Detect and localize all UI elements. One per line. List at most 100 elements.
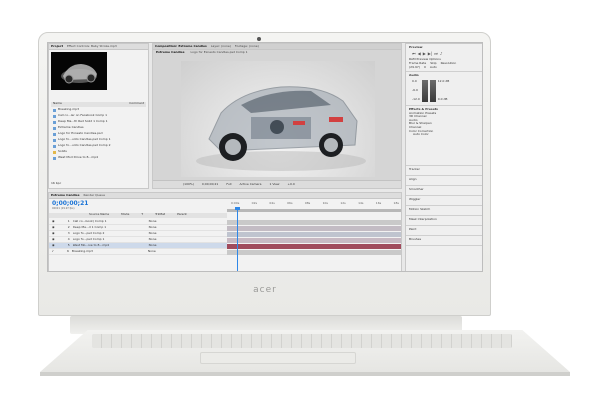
composition-icon [53, 144, 56, 148]
layer-name: Breaking.mp3 [71, 249, 93, 253]
ruler-tick: 02s [251, 201, 258, 205]
audio-level-left [421, 79, 428, 102]
ruler-tick: 18s [393, 201, 399, 205]
video-icon [53, 156, 56, 160]
layer-duration-bar[interactable] [227, 226, 401, 231]
resolution-select[interactable]: Full [226, 182, 231, 187]
tracker-section[interactable]: Tracker [406, 166, 482, 176]
exposure-value[interactable]: +0.0 [287, 182, 294, 187]
current-time[interactable]: 0;00;00;21 [202, 182, 218, 187]
smoother-section[interactable]: Smoother [406, 186, 482, 196]
resolution-value[interactable]: Auto [430, 65, 437, 70]
layer-name: West Mo...ive to 8...mp4 [72, 243, 110, 247]
layer-duration-bar-selected[interactable] [227, 244, 401, 249]
first-frame-icon[interactable]: ⏮ [412, 51, 416, 57]
speaker-icon[interactable]: ♪ [52, 249, 54, 254]
comp-subtab-logo[interactable]: Logo for Exnesto Candles.psd Comp 1 [191, 50, 248, 55]
column-comment[interactable]: Comment [129, 101, 144, 107]
camera-select[interactable]: Active Camera [239, 182, 261, 187]
layer-name: Call co...book) Comp 1 [72, 219, 107, 223]
touchpad [200, 352, 356, 364]
play-icon[interactable]: ▶ [423, 51, 426, 57]
ruler-tick: 08s [304, 201, 311, 205]
webcam [257, 37, 261, 41]
layer-number: 6 [67, 248, 69, 253]
playhead-line [237, 209, 238, 271]
paint-section[interactable]: Paint [406, 226, 482, 236]
column-parent[interactable]: Parent [177, 212, 187, 218]
layer-number: 5 [67, 242, 70, 247]
effects-item[interactable]: Auto Color [409, 133, 480, 137]
timeline-panel: Extreme Candles Render Queue 0;00;00;21 … [48, 192, 402, 271]
column-trkmat[interactable]: TrkMat [155, 212, 165, 218]
prev-frame-icon[interactable]: ◀ [418, 51, 421, 57]
frame-rate-value[interactable]: (29.97) [409, 65, 420, 70]
layer-duration-bar[interactable] [227, 250, 401, 255]
layers-header: Source Name Mode T TrkMat Parent [49, 212, 227, 218]
work-area-bar[interactable] [227, 209, 401, 212]
composition-icon [53, 120, 56, 124]
layer-parent-select[interactable]: None [149, 231, 157, 236]
layer-parent-select[interactable]: None [149, 225, 157, 230]
tab-render-queue[interactable]: Render Queue [84, 193, 106, 198]
audio-db-label: 0.0 dB [437, 97, 448, 101]
align-section[interactable]: Align [406, 176, 482, 186]
ruler-tick: 04s [269, 201, 275, 205]
motion-sketch-section[interactable]: Motion Sketch [406, 206, 482, 216]
audio-level-right [429, 79, 436, 102]
project-list: Name Comment Breaking.mp3 Call co...ler … [51, 101, 146, 161]
skip-value[interactable]: 0 [424, 65, 426, 70]
wiggler-section[interactable]: Wiggler [406, 196, 482, 206]
project-item[interactable]: West Mod Drive to 8...mp4 [51, 155, 146, 161]
zoom-level[interactable]: (100%) [183, 182, 194, 187]
composition-viewer[interactable] [181, 61, 375, 177]
tab-layer[interactable]: Layer: (none) [211, 44, 231, 49]
tab-project[interactable]: Project [51, 44, 63, 49]
bit-depth-indicator[interactable]: 16 bpc [51, 182, 61, 186]
layer-number: 3 [67, 230, 70, 235]
layer-duration-bar[interactable] [227, 232, 401, 237]
brand-logo: acer [253, 285, 277, 295]
layer-duration-bar[interactable] [227, 238, 401, 243]
brushes-section[interactable]: Brushes [406, 236, 482, 246]
tab-timeline-comp[interactable]: Extreme Candles [51, 193, 80, 198]
tab-footage[interactable]: Footage: (none) [235, 44, 259, 49]
last-frame-icon[interactable]: ⏭ [434, 51, 438, 57]
layer-parent-select[interactable]: None [149, 219, 157, 224]
ruler-tick: 10s [322, 201, 328, 205]
layer-parent-select[interactable]: None [148, 249, 156, 254]
ruler-tick: 14s [358, 201, 364, 205]
ruler-tick: 12s [340, 201, 346, 205]
tab-effect-controls[interactable]: Effect Controls: Baby Stroke.mp3 [67, 44, 117, 49]
audio-icon[interactable]: ♪ [440, 51, 443, 57]
eye-icon[interactable]: ◉ [52, 237, 55, 242]
column-source-name[interactable]: Source Name [89, 212, 109, 218]
layer-name: Logo fo...psd Comp 2 [72, 231, 105, 235]
layer-name: Deep Ma...d 1 Comp 1 [72, 225, 107, 229]
folder-icon [53, 150, 56, 154]
layer-duration-bar[interactable] [227, 220, 401, 225]
eye-icon[interactable]: ◉ [52, 243, 55, 248]
layer-number: 2 [67, 224, 70, 229]
viewer-toolbar: (100%) 0;00;00;21 Full Active Camera 1 V… [153, 180, 401, 188]
comp-subtab-extreme-candles[interactable]: Extreme Candles [156, 50, 185, 55]
layer-parent-select[interactable]: None [149, 237, 157, 242]
layer-row[interactable]: ♪ 6 Breaking.mp3 None [49, 249, 227, 255]
column-mode[interactable]: Mode [121, 212, 129, 218]
car-xray-render [196, 86, 366, 171]
eye-icon[interactable]: ◉ [52, 231, 55, 236]
view-layout-select[interactable]: 1 View [269, 182, 279, 187]
time-ruler[interactable]: 0:00s 02s 04s 06s 08s 10s 12s 14s 16s 18… [227, 201, 401, 208]
mask-interpolation-section[interactable]: Mask Interpolation [406, 216, 482, 226]
eye-icon[interactable]: ◉ [52, 225, 55, 230]
tab-composition[interactable]: Composition: Extreme Candles [155, 44, 207, 49]
column-t[interactable]: T [141, 212, 143, 218]
next-frame-icon[interactable]: ▶| [428, 51, 432, 57]
laptop-front-edge [40, 372, 570, 376]
image-icon [53, 132, 56, 136]
eye-icon[interactable]: ◉ [52, 219, 55, 224]
layer-name: Logo fo...psd Comp 1 [72, 237, 105, 241]
ruler-tick: 06s [287, 201, 293, 205]
audio-meter: 0.0 -6.0 -12.0 12.0 dB 0.0 dB [409, 78, 480, 104]
layer-parent-select[interactable]: None [149, 243, 157, 248]
